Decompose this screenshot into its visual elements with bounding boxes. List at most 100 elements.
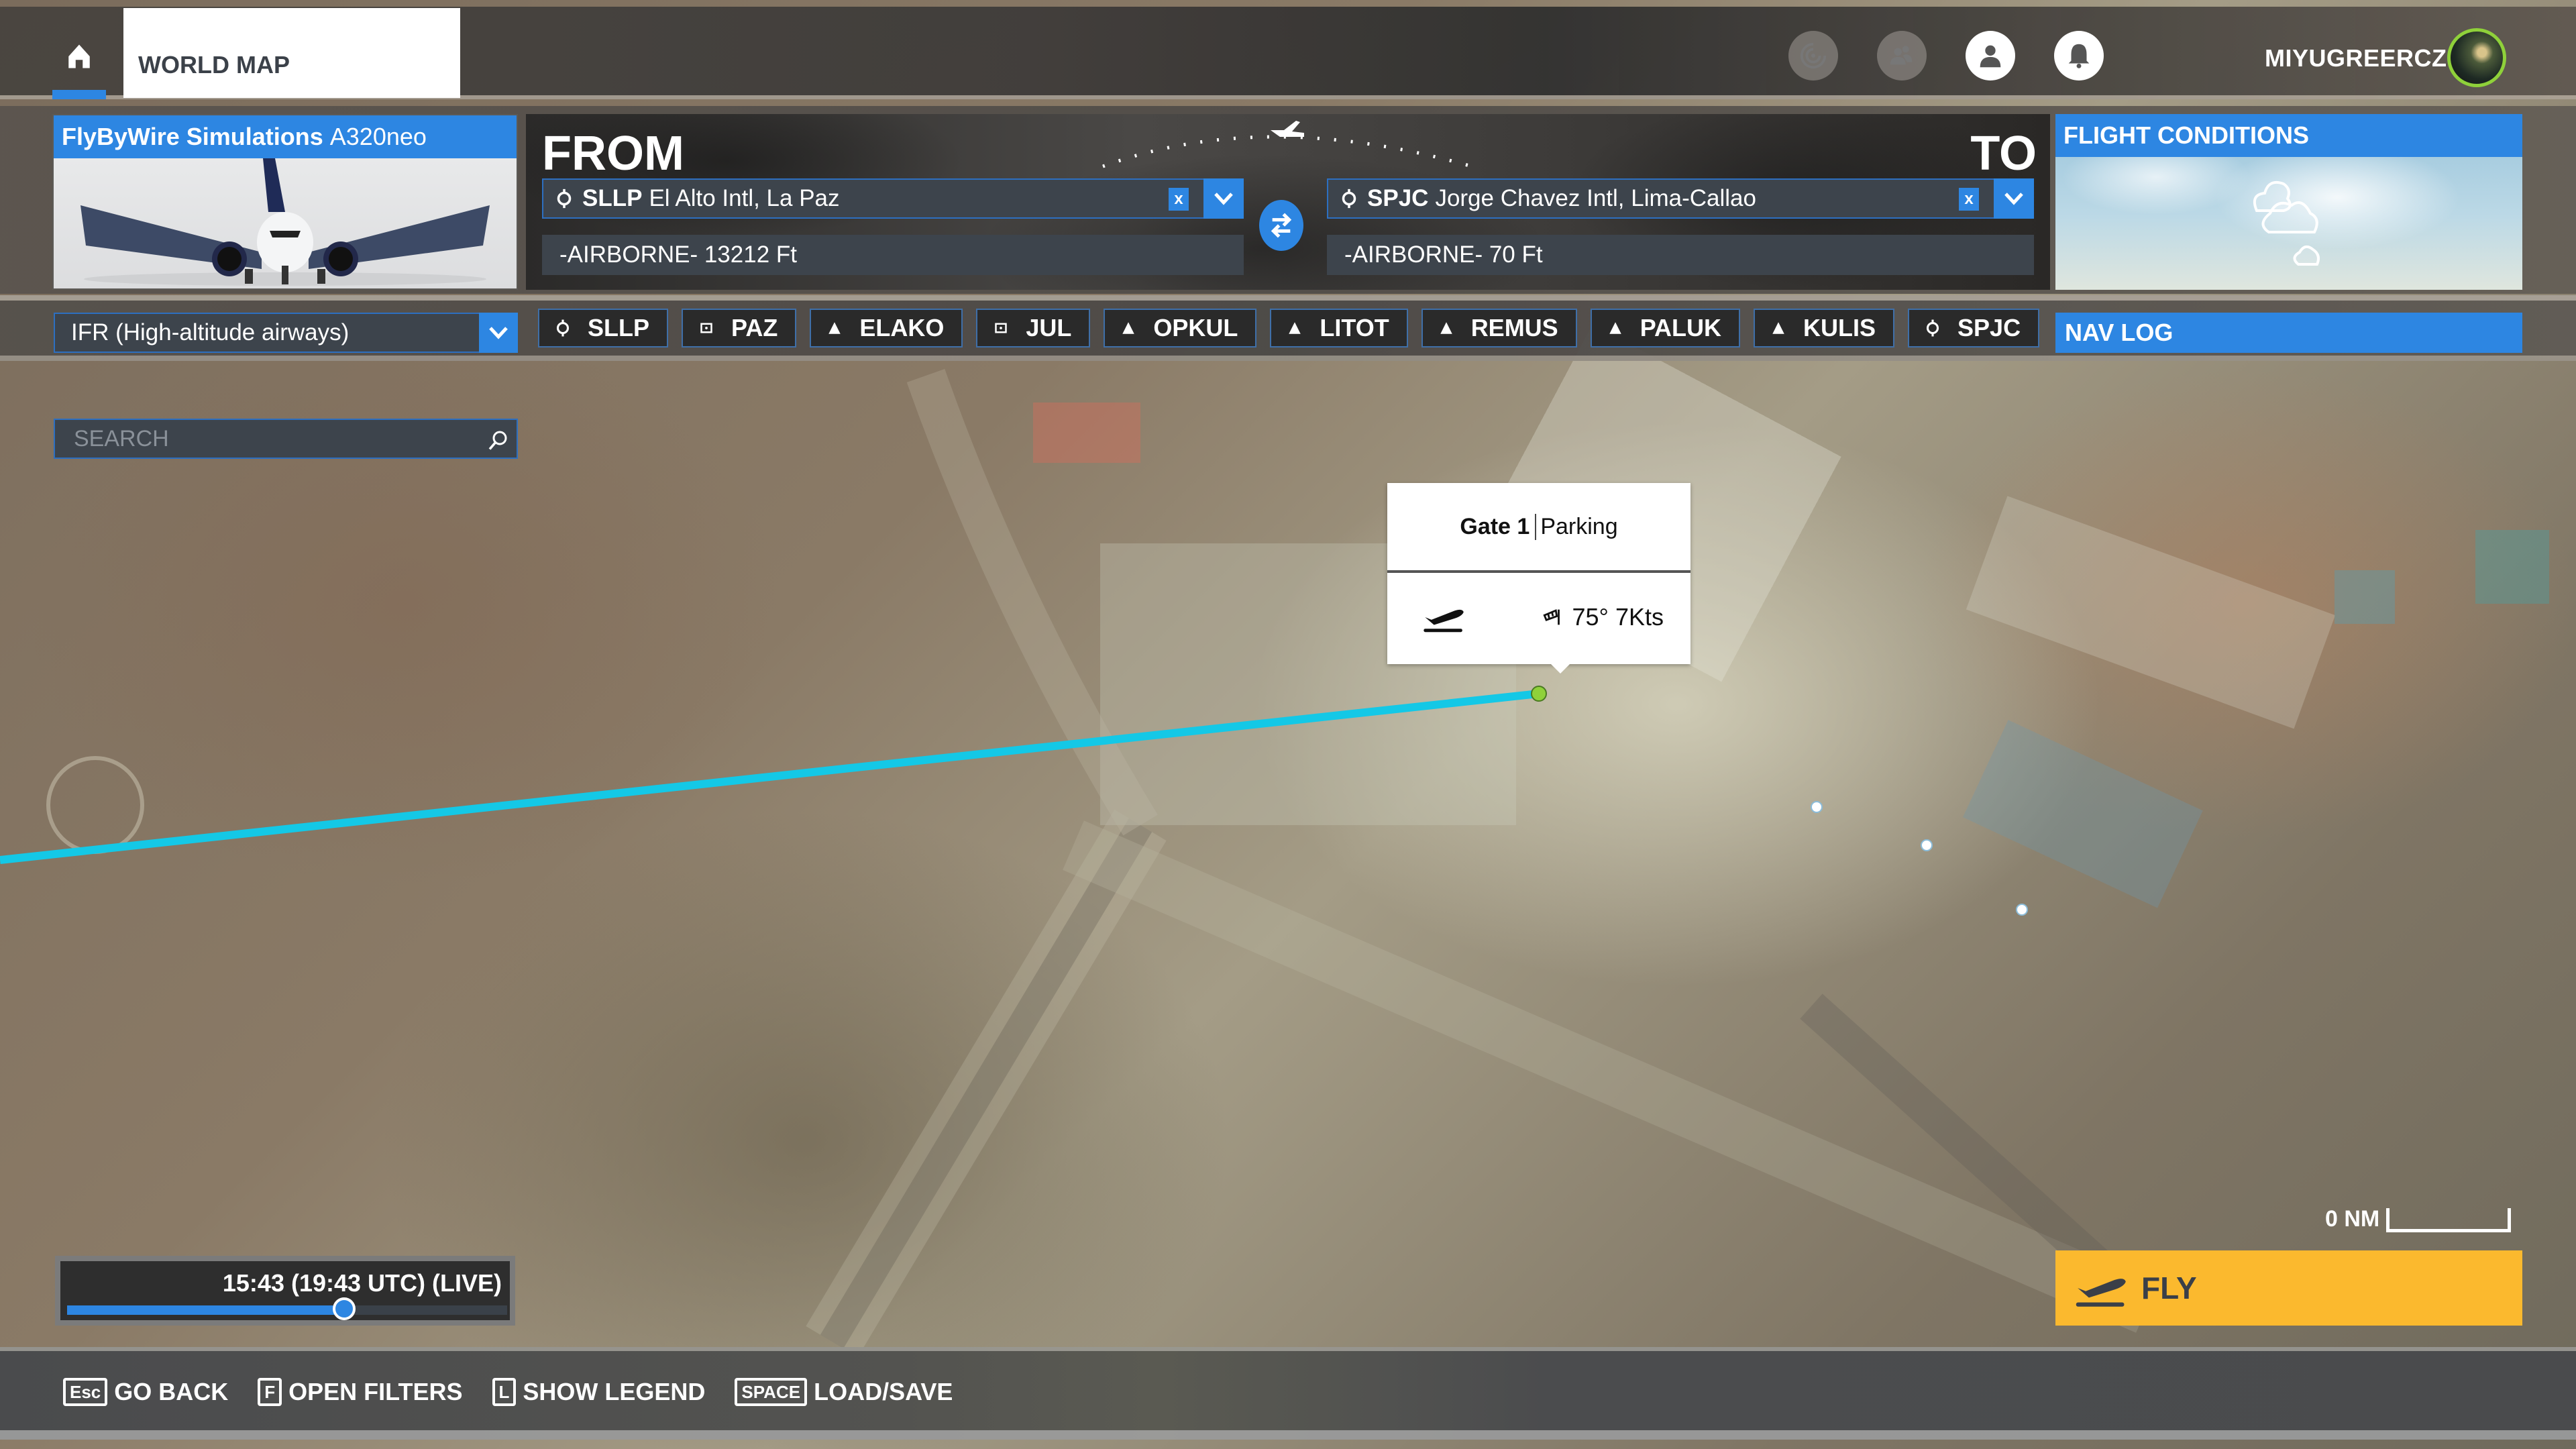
map-scale: 0 NM [2325,1206,2512,1232]
waypoint-litot[interactable]: LITOT [1270,309,1408,347]
home-icon [68,44,90,68]
route-panel: FROM TO SLLP El Alto Intl, La Paz x -AIR… [526,114,2050,290]
waypoint-paz[interactable]: PAZ [682,309,797,347]
home-button[interactable] [51,7,107,99]
departure-clear-button[interactable]: x [1169,188,1189,211]
waypoint-jul[interactable]: JUL [976,309,1091,347]
airplane-icon [1271,121,1304,137]
vor-icon [995,323,1008,333]
intersection-triangle-icon [828,322,841,334]
flight-plan-type-value: IFR (High-altitude airways) [71,319,350,345]
flight-conditions-title: FLIGHT CONDITIONS [2063,121,2309,149]
hint-label: OPEN FILTERS [288,1378,463,1405]
activity-feed-icon [1800,42,1827,69]
route-start-point[interactable] [1531,686,1547,702]
chevron-down-icon [2004,193,2023,205]
waypoint-opkul[interactable]: OPKUL [1104,309,1257,347]
hint-show-legend[interactable]: L SHOW LEGEND [492,1378,706,1406]
hint-label: LOAD/SAVE [814,1378,953,1405]
flight-plan-type-select[interactable]: IFR (High-altitude airways) [54,313,518,353]
hint-open-filters[interactable]: F OPEN FILTERS [258,1378,463,1406]
windsock-icon [1542,609,1560,625]
time-slider-fill [67,1305,345,1315]
waypoint-label: ELAKO [859,314,945,341]
flight-conditions-card[interactable]: FLIGHT CONDITIONS [2055,114,2522,290]
friends-button[interactable] [1877,31,1927,80]
runway-features [46,324,2549,1358]
chevron-down-icon [1214,193,1233,205]
swap-arrows-icon [1271,213,1292,238]
username[interactable]: MIYUGREERCZ [2265,44,2447,72]
wind-value: 75° 7Kts [1572,603,1664,631]
gate-type: Parking [1540,513,1618,539]
activity-feed-button[interactable] [1788,31,1838,80]
arrival-airport-field[interactable]: SPJC Jorge Chavez Intl, Lima-Callao x [1327,178,2034,219]
aircraft-title: FlyByWire Simulations A320neo [54,115,517,158]
waypoint-label: OPKUL [1153,314,1238,341]
tab-world-map[interactable]: WORLD MAP [123,8,460,98]
keyboard-hints: Esc GO BACK F OPEN FILTERS L SHOW LEGEND SPACE… [63,1378,953,1406]
hint-load-save[interactable]: SPACE LOAD/SAVE [735,1378,953,1406]
arrival-clear-button[interactable]: x [1959,188,1979,211]
waypoint-label: PALUK [1640,314,1722,341]
avatar[interactable] [2447,28,2506,87]
parking-spot-marker[interactable] [1921,839,1933,851]
waypoint-spjc[interactable]: SPJC [1908,309,2040,347]
departure-plane-icon [1424,609,1464,633]
waypoint-label: REMUS [1470,314,1558,341]
waypoint-label: JUL [1026,314,1072,341]
profile-icon [1980,45,2001,68]
airport-target-icon [1926,319,1939,337]
departure-dropdown-button[interactable] [1203,178,1244,219]
departure-status-field[interactable]: -AIRBORNE- 13212 Ft [542,235,1244,275]
search-icon[interactable] [486,428,510,452]
waypoint-remus[interactable]: REMUS [1421,309,1577,347]
time-slider-handle[interactable] [333,1297,356,1320]
fly-button[interactable]: FLY [2055,1250,2522,1326]
key-badge: Esc [63,1378,108,1406]
hint-label: GO BACK [114,1378,229,1405]
home-active-indicator [52,90,106,99]
waypoint-elako[interactable]: ELAKO [810,309,963,347]
waypoint-list: SLLP PAZ ELAKO JUL OPKUL LITOT REMUS PALUK KULIS… [538,309,2040,347]
parking-spot-marker[interactable] [1811,801,1823,813]
friends-icon [1890,46,1913,65]
hint-label: SHOW LEGEND [523,1378,706,1405]
gate-name: Gate 1 [1460,513,1537,540]
waypoint-label: PAZ [731,314,778,341]
swap-airports-button[interactable] [1259,200,1303,251]
notifications-button[interactable] [2054,31,2104,80]
nav-log-button[interactable]: NAV LOG [2055,313,2522,353]
top-icon-group [1788,31,2104,80]
flight-plan-type-dropdown-button[interactable] [479,313,518,353]
intersection-triangle-icon [1609,322,1621,334]
waypoint-sllp[interactable]: SLLP [538,309,669,347]
departure-airport-field[interactable]: SLLP El Alto Intl, La Paz x [542,178,1244,219]
popup-pointer [1551,664,1570,674]
waypoint-paluk[interactable]: PALUK [1590,309,1741,347]
key-badge: F [258,1378,282,1406]
search-input[interactable]: SEARCH [54,419,518,459]
aircraft-selection-card[interactable]: FlyByWire Simulations A320neo [52,114,518,290]
key-badge: SPACE [735,1378,808,1406]
departure-name: El Alto Intl, La Paz [649,185,840,211]
waypoint-label: KULIS [1803,314,1876,341]
aircraft-image [54,158,517,288]
time-slider[interactable] [67,1297,507,1320]
aircraft-brand: FlyByWire Simulations [62,123,323,150]
gate-info-popup[interactable]: Gate 1 Parking 75° 7Kts [1387,483,1690,674]
gate-info-details: 75° 7Kts [1387,573,1690,661]
parking-spot-marker[interactable] [2016,904,2028,916]
arrival-dropdown-button[interactable] [1994,178,2034,219]
notifications-bell-icon [2068,44,2090,68]
chevron-down-icon [489,327,508,339]
arrival-status-field[interactable]: -AIRBORNE- 70 Ft [1327,235,2034,275]
top-bar: WORLD MAP MIYUGREERCZ [0,7,2576,99]
airport-target-icon [1342,189,1356,209]
waypoint-kulis[interactable]: KULIS [1754,309,1895,347]
from-label: FROM [542,127,684,180]
profile-button[interactable] [1966,31,2015,80]
gate-info-header: Gate 1 Parking [1387,483,1690,573]
time-readout: 15:43 (19:43 UTC) (LIVE) [222,1269,502,1297]
hint-go-back[interactable]: Esc GO BACK [63,1378,228,1406]
